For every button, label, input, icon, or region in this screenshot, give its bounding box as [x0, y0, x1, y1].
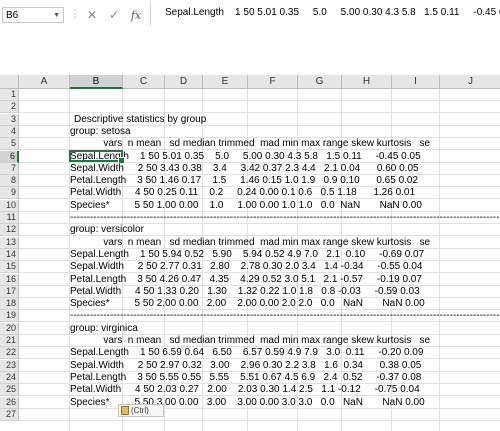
column-header-g[interactable]: G — [298, 75, 342, 89]
cell-b3[interactable]: Descriptive statistics by group — [74, 114, 206, 126]
row-header-15[interactable]: 15 — [0, 261, 19, 273]
clipboard-icon — [121, 406, 129, 416]
cell-b21[interactable]: vars n mean sd median trimmed mad min ma… — [70, 335, 430, 347]
cell-b4[interactable]: group: setosa — [70, 126, 131, 138]
more-icon: ⋮ — [70, 9, 80, 20]
name-box-value: B6 — [6, 10, 19, 21]
paste-options-label: (Ctrl) — [131, 406, 149, 415]
column-header-h[interactable]: H — [342, 75, 392, 89]
cell-b9[interactable]: Petal.Width 4 50 0.25 0.11 0.2 0.24 0.00… — [70, 187, 415, 199]
row-header-8[interactable]: 8 — [0, 175, 19, 187]
cell-b16[interactable]: Petal.Length 3 50 4.26 0.47 4.35 4.29 0.… — [70, 274, 422, 286]
column-header-e[interactable]: E — [203, 75, 248, 89]
row-header-14[interactable]: 14 — [0, 249, 19, 261]
gridline — [19, 100, 500, 101]
row-header-25[interactable]: 25 — [0, 384, 19, 396]
row-header-7[interactable]: 7 — [0, 163, 19, 175]
row-header-17[interactable]: 17 — [0, 286, 19, 298]
column-header-a[interactable]: A — [19, 75, 70, 89]
gridline — [19, 112, 500, 113]
active-cell-border — [69, 150, 125, 164]
cell-b7[interactable]: Sepal.Width 2 50 3.43 0.38 3.4 3.42 0.37… — [70, 163, 419, 175]
row-header-24[interactable]: 24 — [0, 372, 19, 384]
formula-input[interactable]: Sepal.Length 1 50 5.01 0.35 5.0 5.00 0.3… — [150, 2, 500, 26]
formula-buttons: ✕ ✓ fx — [82, 5, 142, 25]
cell-b5[interactable]: vars n mean sd median trimmed mad min ma… — [70, 138, 430, 150]
cell-b22[interactable]: Sepal.Length 1 50 6.59 0.64 6.50 6.57 0.… — [70, 347, 423, 359]
cell-b17[interactable]: Petal.Width 4 50 1.33 0.20 1.30 1.32 0.2… — [70, 286, 420, 298]
row-header-27[interactable]: 27 — [0, 409, 19, 421]
cell-b18[interactable]: Species* 5 50 2.00 0.00 2.00 2.00 0.00 2… — [70, 298, 425, 310]
column-header-i[interactable]: I — [392, 75, 440, 89]
row-header-9[interactable]: 9 — [0, 187, 19, 199]
row-header-4[interactable]: 4 — [0, 126, 19, 138]
cancel-icon[interactable]: ✕ — [86, 8, 98, 22]
chevron-down-icon[interactable]: ▼ — [53, 8, 60, 24]
insert-function-icon[interactable]: fx — [130, 9, 142, 22]
row-header-22[interactable]: 22 — [0, 347, 19, 359]
cell-b23[interactable]: Sepal.Width 2 50 2.97 0.32 3.00 2.96 0.3… — [70, 360, 421, 372]
cell-b11[interactable]: ----------------------------------------… — [70, 212, 500, 224]
column-header-f[interactable]: F — [248, 75, 298, 89]
cell-b13[interactable]: vars n mean sd median trimmed mad min ma… — [70, 237, 430, 249]
cell-b24[interactable]: Petal.Length 3 50 5.55 0.55 5.55 5.51 0.… — [70, 372, 421, 384]
row-header-19[interactable]: 19 — [0, 310, 19, 322]
paste-options-button[interactable]: (Ctrl) — [118, 404, 164, 417]
row-header-23[interactable]: 23 — [0, 360, 19, 372]
row-header-5[interactable]: 5 — [0, 138, 19, 150]
row-header-16[interactable]: 16 — [0, 274, 19, 286]
cell-b20[interactable]: group: virginica — [70, 323, 138, 335]
row-header-10[interactable]: 10 — [0, 200, 19, 212]
column-header-b[interactable]: B — [70, 75, 123, 89]
formula-bar-area: B6 ▼ ⋮ ✕ ✓ fx Sepal.Length 1 50 5.01 0.3… — [0, 0, 500, 76]
cell-b14[interactable]: Sepal.Length 1 50 5.94 0.52 5.90 5.94 0.… — [70, 249, 424, 261]
cell-b12[interactable]: group: versicolor — [70, 224, 144, 236]
row-header-3[interactable]: 3 — [0, 114, 19, 126]
cell-b25[interactable]: Petal.Width 4 50 2.03 0.27 2.00 2.03 0.3… — [70, 384, 420, 396]
row-header-21[interactable]: 21 — [0, 335, 19, 347]
cell-b10[interactable]: Species* 5 50 1.00 0.00 1.0 1.00 0.00 1.… — [70, 200, 422, 212]
row-header-12[interactable]: 12 — [0, 224, 19, 236]
row-header-1[interactable]: 1 — [0, 89, 19, 101]
name-box[interactable]: B6 ▼ — [2, 7, 64, 23]
column-header-j[interactable]: J — [440, 75, 500, 89]
column-header-d[interactable]: D — [165, 75, 203, 89]
select-all-corner[interactable] — [0, 75, 19, 89]
row-header-2[interactable]: 2 — [0, 101, 19, 113]
enter-icon[interactable]: ✓ — [108, 8, 120, 22]
cell-b15[interactable]: Sepal.Width 2 50 2.77 0.31 2.80 2.78 0.3… — [70, 261, 422, 273]
row-header-11[interactable]: 11 — [0, 212, 19, 224]
row-header-18[interactable]: 18 — [0, 298, 19, 310]
cell-b19[interactable]: ----------------------------------------… — [70, 310, 500, 322]
row-header-13[interactable]: 13 — [0, 237, 19, 249]
column-header-c[interactable]: C — [123, 75, 165, 89]
cell-b8[interactable]: Petal.Length 3 50 1.46 0.17 1.5 1.46 0.1… — [70, 175, 418, 187]
row-header-26[interactable]: 26 — [0, 397, 19, 409]
worksheet-grid[interactable]: A B C D E F G H I J 1 2 3 Descriptive statistics by g… — [0, 75, 500, 431]
row-header-20[interactable]: 20 — [0, 323, 19, 335]
row-header-6[interactable]: 6 — [0, 151, 19, 163]
gridline — [19, 420, 500, 421]
